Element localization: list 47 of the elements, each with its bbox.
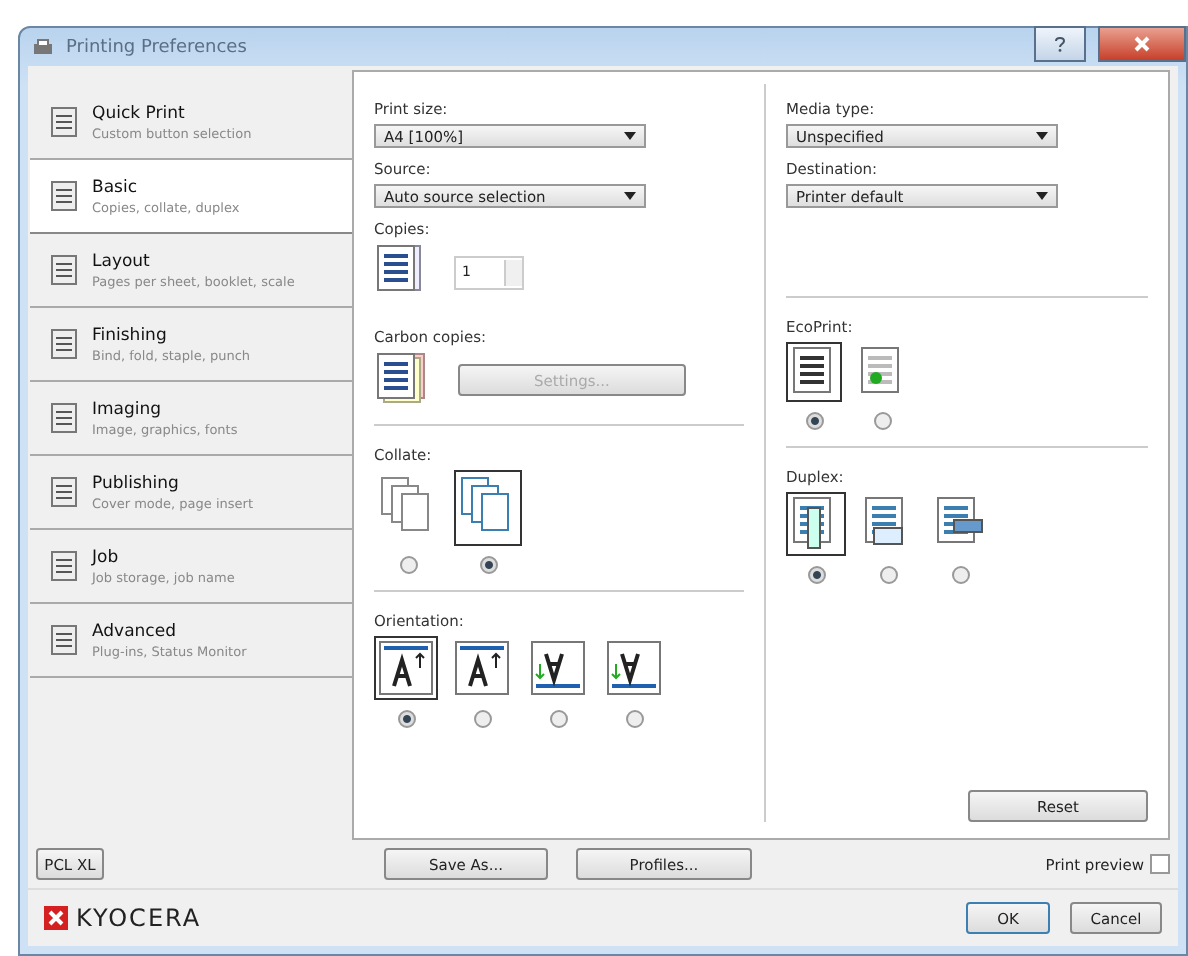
caret-icon: [1036, 192, 1048, 200]
item-title: Job: [92, 547, 121, 567]
radio-button[interactable]: [951, 566, 969, 584]
radio-button[interactable]: [549, 710, 567, 728]
radio-button[interactable]: [473, 710, 491, 728]
radio-button[interactable]: [479, 556, 497, 574]
help-icon: [1054, 35, 1066, 51]
item-title: Finishing: [92, 325, 169, 345]
item-title: Basic: [92, 177, 140, 197]
settings-page-icon: [50, 624, 78, 656]
item-title: Quick Print: [92, 103, 187, 123]
settings-page-icon: [50, 550, 78, 582]
logo-text: KYOCERA: [76, 904, 202, 932]
help-button[interactable]: [1034, 25, 1086, 61]
radio-button[interactable]: [399, 556, 417, 574]
close-button[interactable]: [1098, 25, 1186, 61]
caret-icon: [1036, 132, 1048, 140]
radio-button[interactable]: [805, 412, 823, 430]
item-title: Advanced: [92, 621, 178, 641]
ecoprint-option-icon[interactable]: [786, 342, 842, 402]
radio-button[interactable]: [397, 710, 415, 728]
settings-page-icon: [50, 328, 78, 360]
radio-button[interactable]: [807, 566, 825, 584]
item-title: Publishing: [92, 473, 181, 493]
printer-icon: [32, 37, 54, 57]
radio-button[interactable]: [625, 710, 643, 728]
logo-icon: [44, 906, 68, 930]
settings-page-icon: [50, 180, 78, 212]
orientation-option-icon[interactable]: [526, 636, 590, 700]
settings-page-icon: [50, 106, 78, 138]
item-title: Layout: [92, 251, 152, 271]
window-title: Printing Preferences: [66, 37, 249, 57]
orientation-option-icon[interactable]: [374, 636, 438, 700]
settings-page-icon: [50, 476, 78, 508]
close-icon: [1134, 35, 1150, 51]
radio-button[interactable]: [879, 566, 897, 584]
orientation-option-icon[interactable]: [602, 636, 666, 700]
orientation-option-icon[interactable]: [450, 636, 514, 700]
settings-page-icon: [50, 402, 78, 434]
settings-page-icon: [50, 254, 78, 286]
collate-option-icon[interactable]: [454, 470, 522, 546]
colored-stack-icon: [374, 352, 430, 408]
duplex-option-icon[interactable]: [786, 492, 846, 556]
item-title: Imaging: [92, 399, 164, 419]
caret-icon: [624, 132, 636, 140]
caret-icon: [624, 192, 636, 200]
radio-button[interactable]: [873, 412, 891, 430]
